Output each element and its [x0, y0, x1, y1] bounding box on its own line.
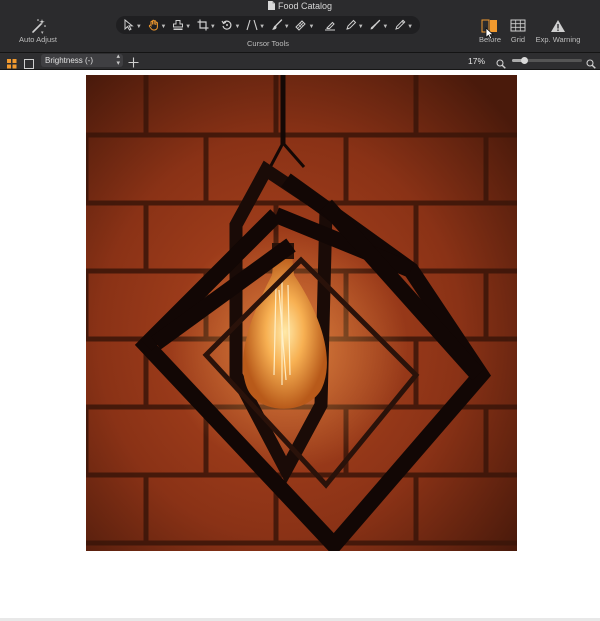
chevron-down-icon: ▼ [160, 24, 167, 30]
zoom-slider-knob[interactable] [520, 57, 528, 64]
retouch-tool[interactable]: ▼ [392, 17, 416, 33]
warning-triangle-icon [551, 20, 565, 32]
exp-warning-label: Exp. Warning [535, 35, 581, 44]
chevron-down-icon: ▼ [234, 24, 241, 30]
photo-lamp-on-brick-wall[interactable] [86, 75, 517, 551]
pen-tool[interactable]: ▼ [342, 17, 366, 33]
stamp-icon [173, 20, 184, 30]
pen-icon [345, 19, 356, 30]
grid-label: Grid [510, 35, 526, 44]
cursor-tools-label: Cursor Tools [247, 39, 289, 48]
crop-tool[interactable]: ▼ [194, 17, 218, 33]
chevron-down-icon: ▼ [185, 24, 192, 30]
mouse-pointer-icon [485, 27, 495, 45]
zoom-slider[interactable] [512, 57, 582, 64]
arrow-cursor-icon [124, 19, 134, 31]
chevron-down-icon: ▼ [382, 24, 389, 30]
eraser-tool[interactable] [318, 17, 342, 33]
perspective-icon [246, 19, 258, 31]
clone-icon [370, 19, 381, 30]
eraser-icon [324, 21, 335, 31]
gradient-icon [295, 20, 307, 31]
main-toolbar: Food Catalog ▾ Auto Adjust ▼ ▼ ▼ ▼ ▼ ▼ ▼… [0, 0, 600, 53]
image-canvas[interactable] [0, 70, 600, 621]
document-icon [267, 1, 275, 14]
chevron-down-icon: ▼ [283, 24, 290, 30]
chevron-down-icon: ▼ [308, 24, 315, 30]
zoom-percentage: 17% [468, 56, 486, 66]
chevron-down-icon: ▼ [135, 24, 142, 30]
hand-icon [148, 19, 158, 31]
chevron-down-icon: ▼ [209, 24, 216, 30]
chevron-down-icon: ▼ [357, 24, 364, 30]
gradient-tool[interactable]: ▼ [293, 17, 317, 33]
adjustment-selected-value: Brightness (-) [45, 56, 94, 65]
view-options-bar: Brightness (-) ▴ ▾ 17% [0, 53, 600, 70]
brush-tool[interactable]: ▼ [268, 17, 292, 33]
hand-tool[interactable]: ▼ [145, 17, 169, 33]
brush-icon [271, 19, 282, 30]
crop-icon [197, 19, 209, 31]
grid-icon [510, 19, 526, 32]
chevron-down-icon: ▼ [259, 24, 266, 30]
rotate-icon [221, 20, 232, 30]
window-title: Food Catalog [277, 1, 333, 11]
rotate-tool[interactable]: ▼ [219, 17, 243, 33]
window-title-bar: Food Catalog [0, 0, 600, 14]
grid-button[interactable]: Grid [504, 17, 532, 49]
auto-adjust-button[interactable]: ▾ Auto Adjust [10, 17, 66, 49]
retouch-icon [395, 19, 406, 30]
exposure-warning-button[interactable]: Exp. Warning [532, 17, 584, 49]
magic-wand-icon: ▾ [32, 19, 46, 36]
up-down-chevron-icon: ▴ ▾ [116, 53, 120, 67]
clone-tool[interactable]: ▼ [367, 17, 391, 33]
adjustment-dropdown[interactable]: Brightness (-) ▴ ▾ [41, 53, 123, 67]
select-tool[interactable]: ▼ [120, 17, 144, 33]
auto-adjust-label: Auto Adjust [19, 35, 57, 44]
cursor-tools-group: ▼ ▼ ▼ ▼ ▼ ▼ ▼ ▼ ▼ ▼ ▼ [116, 16, 420, 34]
perspective-tool[interactable]: ▼ [244, 17, 268, 33]
stamp-tool[interactable]: ▼ [170, 17, 194, 33]
chevron-down-icon: ▼ [407, 24, 414, 30]
